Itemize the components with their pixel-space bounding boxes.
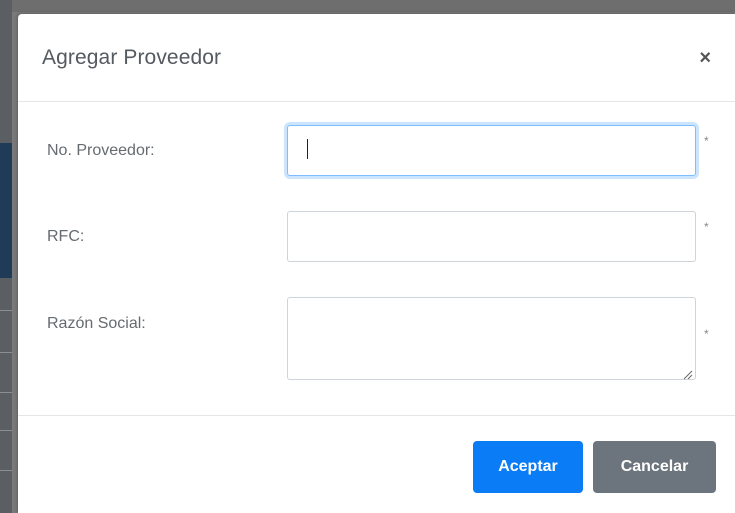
add-supplier-dialog: Agregar Proveedor × No. Proveedor: * RFC…: [18, 14, 735, 513]
dialog-header: Agregar Proveedor ×: [18, 14, 735, 102]
background-divider: [0, 470, 12, 471]
resize-grip-icon[interactable]: [681, 368, 693, 380]
background-divider: [0, 430, 12, 431]
rfc-label: RFC:: [47, 228, 85, 245]
text-cursor: [307, 139, 308, 159]
dialog-body: No. Proveedor: * RFC: * Razón Social: *: [18, 102, 735, 416]
accept-button[interactable]: Aceptar: [473, 441, 583, 493]
background-divider: [0, 352, 12, 353]
business-name-textarea[interactable]: [287, 297, 696, 380]
required-mark: *: [704, 134, 709, 148]
rfc-input[interactable]: [287, 211, 696, 262]
background-page-top: [0, 0, 735, 12]
supplier-number-input[interactable]: [287, 125, 696, 176]
background-divider: [0, 310, 12, 311]
cancel-button[interactable]: Cancelar: [593, 441, 716, 493]
background-divider: [0, 392, 12, 393]
dialog-title: Agregar Proveedor: [42, 45, 222, 69]
required-mark: *: [704, 327, 709, 341]
business-name-label: Razón Social:: [47, 315, 146, 332]
supplier-number-label: No. Proveedor:: [47, 142, 155, 159]
required-mark: *: [704, 220, 709, 234]
close-icon[interactable]: ×: [695, 46, 715, 70]
dialog-footer: Aceptar Cancelar: [18, 416, 735, 512]
background-page-nav: [0, 143, 12, 278]
